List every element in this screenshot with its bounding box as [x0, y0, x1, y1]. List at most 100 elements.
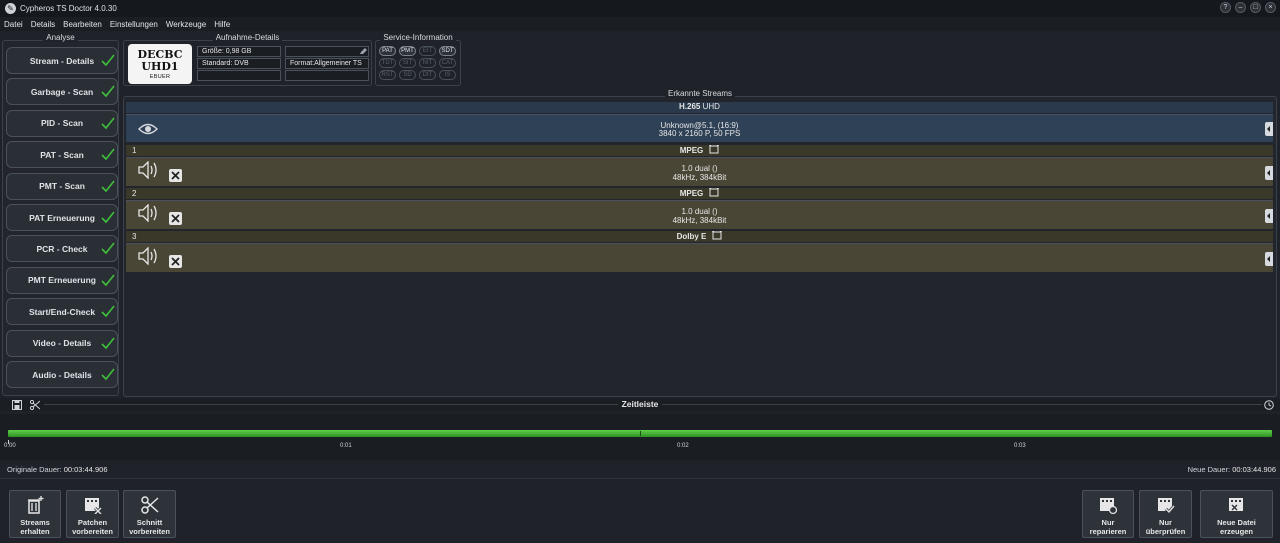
- nur-ueberpruefen-button[interactable]: Nur überprüfen: [1139, 490, 1192, 538]
- empty-field-2: [285, 70, 369, 81]
- nur-reparieren-button[interactable]: Nur reparieren: [1082, 490, 1134, 538]
- analyse-pid-scan-button[interactable]: PID - Scan: [6, 109, 118, 137]
- service-tag-cat[interactable]: CAT: [439, 58, 456, 68]
- video-stream-row[interactable]: Unknown@5.1, (16:9) 3840 x 2160 P, 50 FP…: [126, 114, 1273, 142]
- check-icon: [101, 368, 115, 381]
- original-duration-label: Originale Dauer:: [7, 465, 62, 474]
- audio-stream-header[interactable]: 2 MPEG: [126, 187, 1273, 199]
- audio-info-line1: 1.0 dual (): [681, 164, 718, 173]
- analyse-stream-details-button[interactable]: Stream - Details: [6, 47, 118, 74]
- service-tag-rst[interactable]: RST: [379, 70, 396, 80]
- service-tag-tdt[interactable]: TDT: [379, 58, 396, 68]
- format-field: Format:Allgemeiner TS: [285, 58, 369, 69]
- check-icon: [101, 242, 115, 255]
- analyse-audio-details-button[interactable]: Audio - Details: [6, 361, 118, 388]
- check-icon: [101, 54, 115, 67]
- audio-stream-number: 1: [132, 146, 137, 155]
- select-box-icon[interactable]: [709, 144, 720, 154]
- erkannte-streams-panel: Erkannte Streams H.265 UHD Unknown@5.1, …: [123, 89, 1277, 397]
- window-title: Cypheros TS Doctor 4.0.30: [20, 4, 117, 13]
- menu-hilfe[interactable]: Hilfe: [214, 20, 230, 29]
- audio-stream-row[interactable]: 1.0 dual () 48kHz, 384kBit: [126, 157, 1273, 186]
- original-duration-value: 00:03:44.906: [63, 465, 108, 474]
- service-tag-dit[interactable]: DIT: [419, 70, 436, 80]
- tick-1: 0:01: [340, 443, 352, 449]
- scissors-cut-icon: [140, 496, 159, 514]
- close-button[interactable]: ×: [1265, 2, 1276, 13]
- title-bar: ✎ Cypheros TS Doctor 4.0.30 ? – □ ×: [0, 0, 1280, 17]
- nur-ueberpruefen-line1: Nur: [1159, 518, 1172, 527]
- check-icon: [101, 85, 115, 98]
- service-tag-is[interactable]: IS: [439, 70, 456, 80]
- check-icon: [101, 274, 115, 286]
- analyse-pat-erneuerung-button[interactable]: PAT Erneuerung: [6, 204, 118, 231]
- audio-stream-header[interactable]: 3 Dolby E: [126, 230, 1273, 242]
- speaker-icon[interactable]: [138, 247, 158, 265]
- service-tag-sit[interactable]: SIT: [399, 58, 416, 68]
- menu-einstellungen[interactable]: Einstellungen: [110, 20, 158, 29]
- audio-info-line2: 48kHz, 384kBit: [672, 173, 727, 182]
- check-icon: [101, 117, 115, 129]
- video-codec-suffix: UHD: [702, 102, 720, 111]
- check-icon: [101, 211, 115, 224]
- aufnahme-details-panel: Aufnahme-Details DECBC UHD1 EBUER Größe:…: [123, 33, 372, 86]
- analyse-pcr-check-button[interactable]: PCR - Check: [6, 235, 118, 263]
- original-duration: Originale Dauer: 00:03:44.906: [7, 465, 108, 474]
- neue-datei-erzeugen-button[interactable]: Neue Datei erzeugen: [1200, 490, 1273, 538]
- audio-expand-arrow[interactable]: [1265, 252, 1273, 266]
- nur-reparieren-line1: Nur: [1101, 518, 1115, 527]
- analyse-button-label: PCR - Check: [36, 243, 88, 254]
- tick-0: 0:00: [4, 443, 16, 449]
- service-tag-eit[interactable]: EIT: [419, 46, 436, 56]
- edit-pencil-icon[interactable]: [359, 48, 367, 55]
- divider: [0, 478, 1280, 479]
- service-title: Service-Information: [380, 33, 456, 42]
- size-field: Größe: 0,98 GB: [197, 46, 281, 57]
- select-box-icon[interactable]: [712, 230, 723, 240]
- timeline-area[interactable]: [0, 414, 1280, 460]
- select-box-icon[interactable]: [709, 187, 720, 197]
- menu-bearbeiten[interactable]: Bearbeiten: [63, 20, 102, 29]
- edit-field[interactable]: [285, 46, 369, 57]
- tools-icon[interactable]: [169, 255, 182, 268]
- audio-expand-arrow[interactable]: [1265, 209, 1273, 223]
- menu-details[interactable]: Details: [31, 20, 55, 29]
- video-stream-header[interactable]: H.265 UHD: [126, 102, 1273, 113]
- patchen-vorbereiten-button[interactable]: Patchen vorbereiten: [66, 490, 119, 538]
- check-icon: [101, 305, 115, 318]
- service-tag-sdt[interactable]: SDT: [439, 46, 456, 56]
- audio-stream-row[interactable]: 1.0 dual () 48kHz, 384kBit: [126, 200, 1273, 229]
- audio-expand-arrow[interactable]: [1265, 166, 1273, 180]
- analyse-video-details-button[interactable]: Video - Details: [6, 329, 118, 357]
- service-tag-pat[interactable]: PAT: [379, 46, 396, 56]
- service-tag-sd[interactable]: SD: [399, 70, 416, 80]
- streams-erhalten-button[interactable]: Streams erhalten: [9, 490, 61, 538]
- analyse-pat-scan-button[interactable]: PAT - Scan: [6, 141, 118, 169]
- service-tag-pmt[interactable]: PMT: [399, 46, 416, 56]
- menu-werkzeuge[interactable]: Werkzeuge: [166, 20, 206, 29]
- audio-info-line1: 1.0 dual (): [681, 207, 718, 216]
- analyse-garbage-scan-button[interactable]: Garbage - Scan: [6, 78, 118, 106]
- timeline-marker: [640, 431, 641, 436]
- menu-datei[interactable]: Datei: [4, 20, 23, 29]
- analyse-pmt-erneuerung-button[interactable]: PMT Erneuerung: [6, 266, 118, 294]
- minimize-button[interactable]: –: [1235, 2, 1246, 13]
- help-window-button[interactable]: ?: [1220, 2, 1231, 13]
- video-expand-arrow[interactable]: [1265, 122, 1273, 136]
- aufnahme-title: Aufnahme-Details: [212, 33, 283, 42]
- analyse-pmt-scan-button[interactable]: PMT - Scan: [6, 172, 118, 200]
- nur-ueberpruefen-line2: überprüfen: [1145, 527, 1186, 536]
- analyse-button-label: Stream - Details: [29, 55, 95, 66]
- service-tag-nit[interactable]: NIT: [419, 58, 436, 68]
- audio-stream-header[interactable]: 1 MPEG: [126, 144, 1273, 156]
- analyse-start-end-check-button[interactable]: Start/End-Check: [6, 298, 118, 326]
- video-info-line2: 3840 x 2160 P, 50 FPS: [658, 129, 741, 138]
- schnitt-vorbereiten-button[interactable]: Schnitt vorbereiten: [123, 490, 176, 538]
- clock-icon[interactable]: [1264, 400, 1274, 410]
- timeline-title: Zeitleiste: [617, 399, 663, 409]
- new-duration-label: Neue Dauer:: [1187, 465, 1231, 474]
- timeline-header: Zeitleiste: [0, 398, 1280, 411]
- audio-stream-row[interactable]: [126, 243, 1273, 272]
- maximize-button[interactable]: □: [1250, 2, 1261, 13]
- schnitt-vorbereiten-line1: Schnitt: [136, 518, 163, 527]
